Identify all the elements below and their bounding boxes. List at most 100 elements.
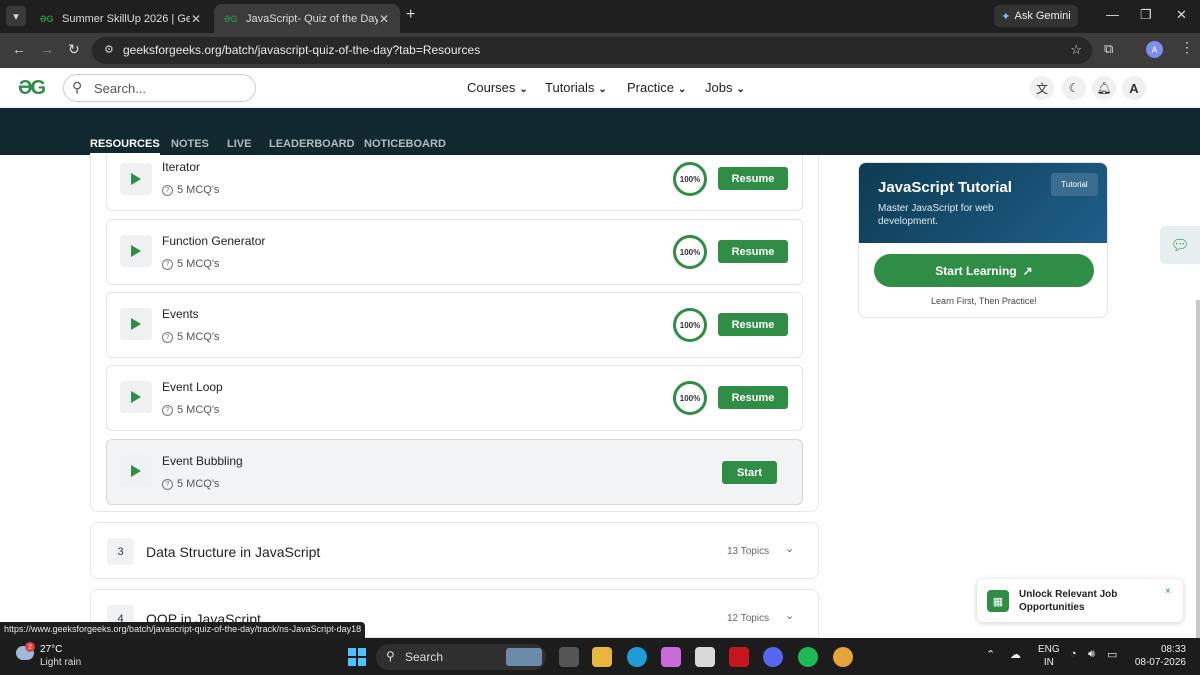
taskbar-search[interactable]: ⚲ Search	[376, 644, 546, 670]
wifi-icon[interactable]: ◔	[1070, 648, 1077, 660]
play-icon[interactable]	[120, 235, 152, 267]
weather-badge: 2	[25, 642, 35, 652]
tutorial-note: Learn First, Then Practice!	[931, 296, 1037, 306]
play-icon[interactable]	[120, 163, 152, 195]
volume-icon[interactable]: 🔊︎	[1088, 648, 1095, 661]
page-scrollbar[interactable]	[1196, 300, 1200, 640]
close-window-icon[interactable]: ✕	[1176, 7, 1187, 23]
dark-mode-moon-icon[interactable]: ☾	[1062, 76, 1086, 100]
user-avatar[interactable]: A	[1122, 76, 1146, 100]
onedrive-cloud-icon[interactable]: ☁	[1010, 648, 1021, 661]
back-arrow-icon[interactable]: ←	[12, 41, 26, 57]
progress-ring: 100%	[673, 235, 707, 269]
restore-icon[interactable]: ❐	[1140, 7, 1152, 23]
job-toast[interactable]: ▦ Unlock Relevant Job Opportunities ×	[977, 579, 1183, 622]
file-explorer-icon[interactable]	[592, 647, 612, 667]
topic-row[interactable]: Event Bubbling ? 5 MCQ's Start	[106, 439, 803, 505]
browser-tab-quiz[interactable]: ƏG JavaScript- Quiz of the Day ✕	[214, 4, 400, 33]
tab-live[interactable]: LIVE	[227, 138, 251, 150]
minimize-icon[interactable]: —	[1106, 7, 1119, 22]
nav-tutorials[interactable]: Tutorials ⌄	[545, 80, 607, 95]
topic-name: Event Loop	[162, 380, 223, 394]
clock-date: 08-07-2026	[1134, 657, 1186, 668]
search-placeholder: Search...	[94, 81, 147, 96]
chat-icon[interactable]: 💬︎	[1160, 226, 1200, 264]
ask-gemini-button[interactable]: ✦ Ask Gemini	[994, 5, 1078, 27]
chevron-down-icon[interactable]: ⌄	[785, 542, 794, 555]
play-icon[interactable]	[120, 455, 152, 487]
start-learning-label: Start Learning	[935, 263, 1017, 278]
resume-button[interactable]: Resume	[718, 167, 788, 190]
topic-row[interactable]: Events ? 5 MCQ's 100% Resume	[106, 292, 803, 358]
battery-icon[interactable]: ▭	[1107, 648, 1117, 661]
chrome-menu-icon[interactable]: ⋮	[1180, 39, 1194, 56]
bookmark-star-icon[interactable]: ☆	[1070, 42, 1082, 58]
chevron-down-icon: ⌄	[519, 84, 528, 95]
close-icon[interactable]: ×	[1165, 586, 1171, 597]
chrome-icon[interactable]	[833, 647, 853, 667]
show-hidden-icons-chevron-icon[interactable]: ⌃	[986, 648, 995, 661]
nav-courses-label: Courses	[467, 80, 516, 95]
search-input[interactable]: ⚲ Search...	[63, 74, 256, 102]
address-bar[interactable]: ⚙ geeksforgeeks.org/batch/javascript-qui…	[92, 37, 1092, 64]
reload-icon[interactable]: ↻	[68, 41, 80, 58]
tab-search-dropdown-icon[interactable]: ▾	[6, 6, 26, 26]
play-icon[interactable]	[120, 308, 152, 340]
copilot-icon[interactable]	[661, 647, 681, 667]
lang-region: IN	[1043, 657, 1054, 668]
tab-noticeboard[interactable]: NOTICEBOARD	[364, 138, 446, 150]
windows-start-icon[interactable]	[348, 648, 366, 666]
browser-toolbar: ← → ↻ ⚙ geeksforgeeks.org/batch/javascri…	[0, 33, 1200, 68]
gfg-favicon-icon: ƏG	[224, 13, 238, 24]
gfg-logo[interactable]: ƏG	[18, 77, 46, 100]
resume-button[interactable]: Resume	[718, 240, 788, 263]
start-learning-button[interactable]: Start Learning ↗	[874, 254, 1094, 287]
extensions-puzzle-icon[interactable]: ⧉	[1104, 41, 1113, 57]
chevron-down-icon[interactable]: ⌄	[785, 609, 794, 622]
mcq-count: ? 5 MCQ's	[162, 404, 219, 416]
gfg-favicon-icon: ƏG	[40, 13, 54, 24]
edge-browser-icon[interactable]	[627, 647, 647, 667]
resume-button[interactable]: Resume	[718, 386, 788, 409]
search-icon: ⚲	[72, 79, 83, 95]
close-tab-icon[interactable]: ✕	[378, 12, 390, 26]
browser-tab-skillup[interactable]: ƏG Summer SkillUp 2026 | Geeksfo ✕	[30, 4, 212, 33]
resume-button[interactable]: Resume	[718, 313, 788, 336]
mcq-count: ? 5 MCQ's	[162, 331, 219, 343]
start-button[interactable]: Start	[722, 461, 777, 484]
nav-practice[interactable]: Practice ⌄	[627, 80, 686, 95]
nav-jobs-label: Jobs	[705, 80, 733, 95]
topic-row[interactable]: Function Generator ? 5 MCQ's 100% Resume	[106, 219, 803, 285]
mcq-label: 5 MCQ's	[177, 331, 220, 343]
microsoft-store-icon[interactable]	[695, 647, 715, 667]
tab-leaderboard[interactable]: LEADERBOARD	[269, 138, 355, 150]
course-banner: RESOURCES NOTES LIVE LEADERBOARD NOTICEB…	[0, 108, 1200, 155]
site-settings-icon[interactable]: ⚙	[104, 43, 114, 56]
mcafee-icon[interactable]	[729, 647, 749, 667]
task-view-icon[interactable]	[559, 647, 579, 667]
url-text[interactable]: geeksforgeeks.org/batch/javascript-quiz-…	[123, 43, 480, 57]
system-clock[interactable]: 08:33 08-07-2026	[1134, 643, 1186, 669]
new-tab-button[interactable]: +	[406, 6, 415, 24]
translate-icon[interactable]: 文	[1030, 76, 1054, 100]
tab-resources[interactable]: RESOURCES	[90, 138, 160, 155]
language-indicator[interactable]: ENG IN	[1038, 643, 1060, 669]
notification-bell-icon[interactable]: 🔔︎	[1092, 76, 1116, 100]
forward-arrow-icon[interactable]: →	[40, 41, 54, 57]
nav-tutorials-label: Tutorials	[545, 80, 595, 95]
question-icon: ?	[162, 258, 173, 270]
browser-tab-strip: ▾ ƏG Summer SkillUp 2026 | Geeksfo ✕ ƏG …	[0, 0, 1200, 33]
discord-icon[interactable]	[763, 647, 783, 667]
section-row[interactable]: 3 Data Structure in JavaScript 13 Topics…	[90, 522, 819, 579]
clock-time: 08:33	[1160, 644, 1186, 655]
spotify-icon[interactable]	[798, 647, 818, 667]
close-tab-icon[interactable]: ✕	[190, 12, 202, 26]
nav-jobs[interactable]: Jobs ⌄	[705, 80, 745, 95]
ask-gemini-label: Ask Gemini	[1014, 10, 1071, 22]
profile-avatar[interactable]: A	[1146, 41, 1163, 58]
play-icon[interactable]	[120, 381, 152, 413]
mcq-count: ? 5 MCQ's	[162, 478, 219, 490]
topic-row[interactable]: Event Loop ? 5 MCQ's 100% Resume	[106, 365, 803, 431]
nav-courses[interactable]: Courses ⌄	[467, 80, 528, 95]
tab-notes[interactable]: NOTES	[171, 138, 209, 150]
